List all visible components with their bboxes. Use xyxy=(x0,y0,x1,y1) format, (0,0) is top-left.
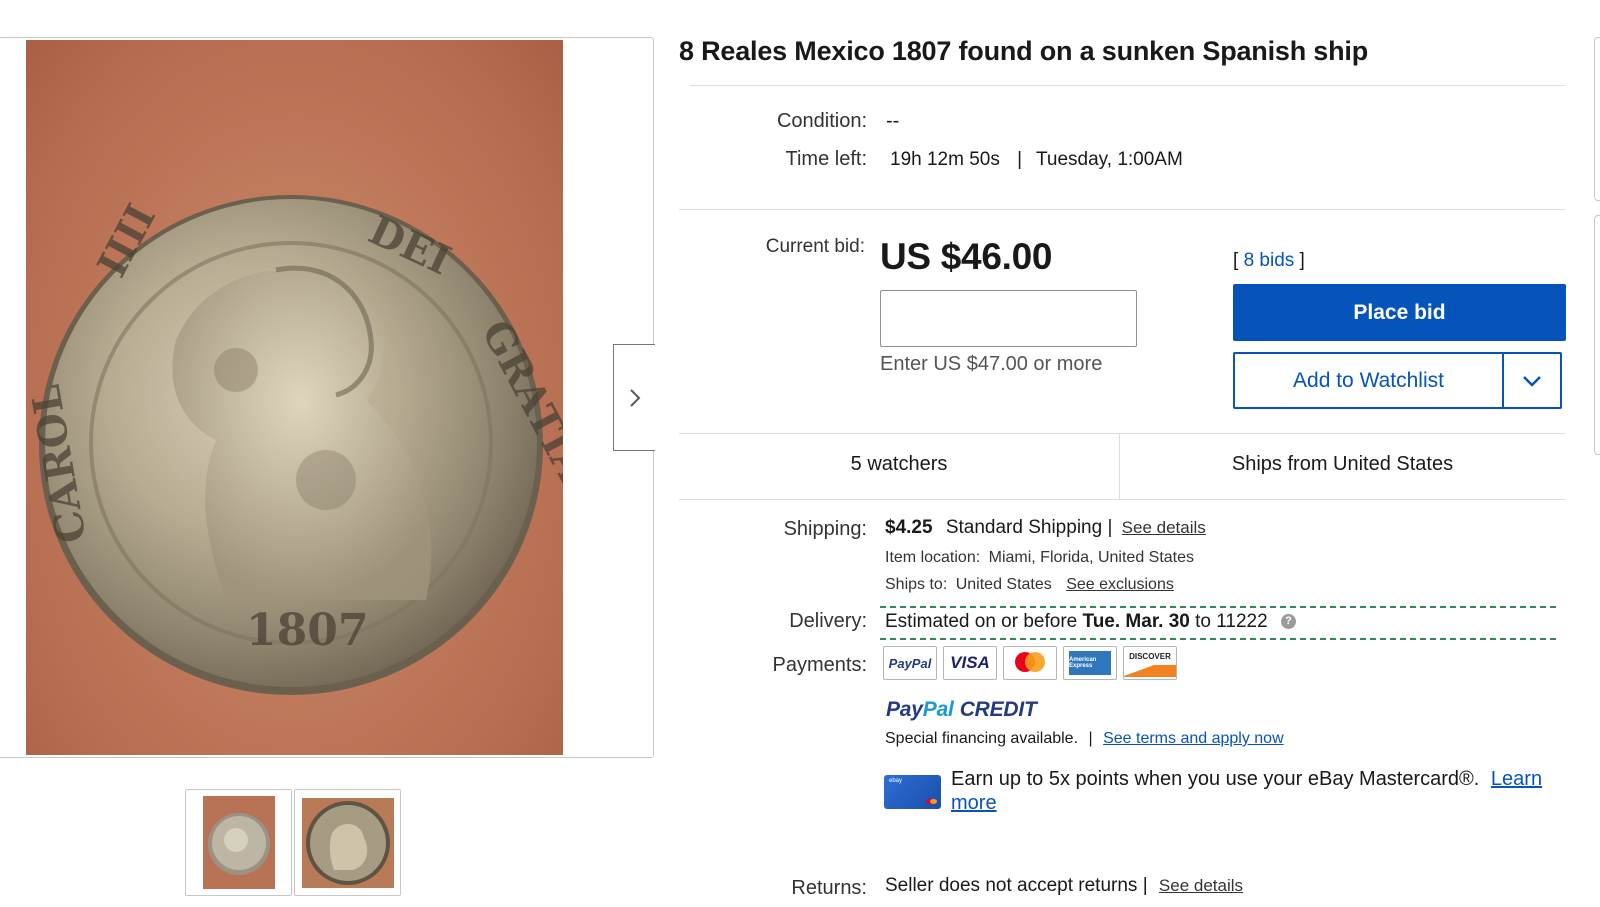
svg-text:1807: 1807 xyxy=(246,605,368,656)
delivery-estimate: Estimated on or before Tue. Mar. 30 to 1… xyxy=(885,611,1296,633)
ships-to: Ships to: United States See exclusions xyxy=(885,576,1174,593)
bid-history-link[interactable]: 8 bids xyxy=(1244,250,1295,271)
coin-thumbnail-icon xyxy=(207,813,270,875)
bid-count: [ 8 bids ] xyxy=(1233,250,1305,271)
divider xyxy=(679,499,1565,500)
payments-label: Payments: xyxy=(772,654,867,676)
watchers-count: 5 watchers xyxy=(850,453,948,475)
thumbnail-obverse[interactable] xyxy=(294,789,401,896)
delivery-date: Tue. Mar. 30 xyxy=(1082,611,1190,632)
question-mark-icon[interactable]: ? xyxy=(1280,614,1296,630)
condition-value: -- xyxy=(886,110,900,132)
item-location: Item location: Miami, Florida, United St… xyxy=(885,549,1195,566)
time-left-label: Time left: xyxy=(785,148,868,170)
separator: | xyxy=(1107,517,1113,538)
ebay-mastercard-icon: ebay xyxy=(884,775,941,809)
current-bid-label: Current bid: xyxy=(765,236,865,257)
shipping-value: $4.25 Standard Shipping | See details xyxy=(885,517,1206,539)
add-to-watchlist-button[interactable]: Add to Watchlist xyxy=(1235,354,1502,407)
time-left-value: 19h 12m 50s | Tuesday, 1:00AM xyxy=(890,149,1183,171)
returns-details-link[interactable]: See details xyxy=(1159,876,1243,895)
coin-thumbnail-icon xyxy=(305,800,390,885)
returns-label: Returns: xyxy=(791,877,867,899)
ships-from: Ships from United States xyxy=(1231,453,1454,475)
current-bid-price: US $46.00 xyxy=(880,236,1053,277)
watchlist-dropdown-button[interactable] xyxy=(1502,354,1560,407)
discover-logo-icon: DISCOVER xyxy=(1123,646,1177,680)
thumbnail-reverse[interactable] xyxy=(185,789,292,896)
bid-amount-input[interactable] xyxy=(880,290,1137,347)
paypal-credit-logo: PayPal CREDIT xyxy=(886,698,1037,721)
watchlist-group: Add to Watchlist xyxy=(1233,352,1562,409)
thumbnail-strip xyxy=(185,789,401,896)
shipping-label: Shipping: xyxy=(783,518,867,540)
delivery-label: Delivery: xyxy=(789,610,867,632)
place-bid-button[interactable]: Place bid xyxy=(1233,284,1566,341)
payment-methods: PayPal VISA American Express DISCOVER xyxy=(883,646,1177,680)
returns-value: Seller does not accept returns | See det… xyxy=(885,875,1244,896)
mastercard-logo-icon xyxy=(1003,646,1057,680)
side-panel-edge xyxy=(1594,215,1600,455)
paypal-logo-icon: PayPal xyxy=(883,646,937,680)
countdown: 19h 12m 50s xyxy=(890,149,1000,170)
chevron-right-icon xyxy=(629,388,640,407)
chevron-down-icon xyxy=(1523,375,1541,387)
amex-logo-icon: American Express xyxy=(1063,646,1117,680)
see-exclusions-link[interactable]: See exclusions xyxy=(1066,576,1174,593)
shipping-details-link[interactable]: See details xyxy=(1122,518,1206,537)
bid-hint: Enter US $47.00 or more xyxy=(880,353,1103,375)
item-title: 8 Reales Mexico 1807 found on a sunken S… xyxy=(679,36,1369,66)
visa-logo-icon: VISA xyxy=(943,646,997,680)
rewards-promo: Earn up to 5x points when you use your e… xyxy=(951,768,1543,814)
condition-label: Condition: xyxy=(776,110,867,132)
end-time: Tuesday, 1:00AM xyxy=(1036,149,1183,170)
divider xyxy=(679,209,1565,210)
financing-line: Special financing available. | See terms… xyxy=(885,730,1284,747)
next-image-button[interactable] xyxy=(613,344,655,451)
separator: | xyxy=(1017,149,1023,170)
see-terms-link[interactable]: See terms and apply now xyxy=(1103,730,1284,747)
divider xyxy=(679,433,1565,434)
shipping-method: Standard Shipping xyxy=(945,517,1103,538)
shipping-price: $4.25 xyxy=(885,517,933,538)
main-item-photo[interactable]: DEI GRATIA IIII CAROL 1807 xyxy=(26,40,563,755)
divider xyxy=(690,85,1565,86)
side-panel-edge xyxy=(1594,37,1600,201)
